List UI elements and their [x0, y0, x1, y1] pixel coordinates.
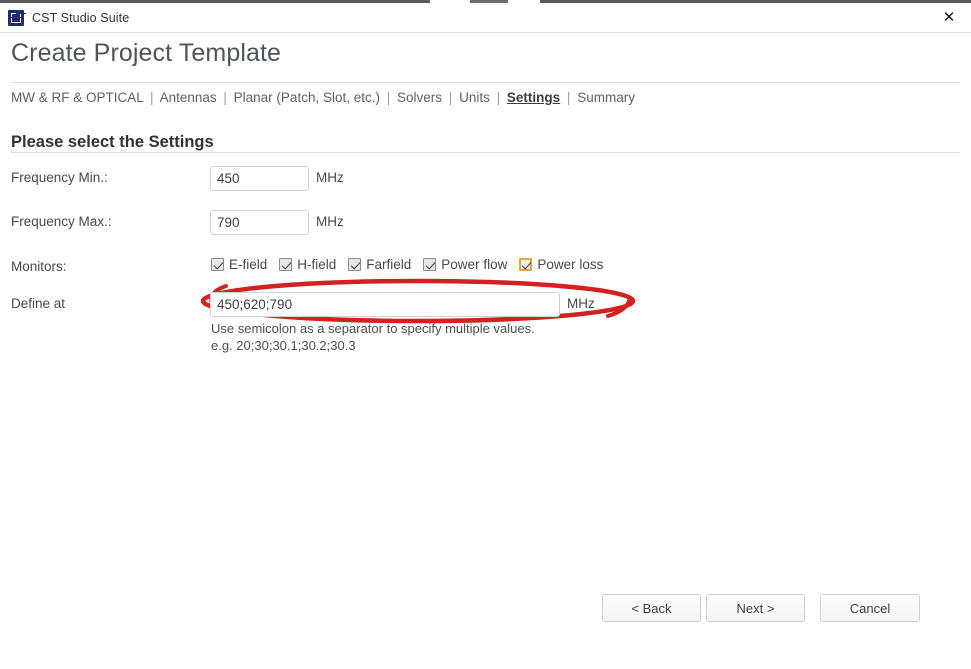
checkbox-farfield-box[interactable] [348, 258, 362, 271]
define-at-helper-line1: Use semicolon as a separator to specify … [211, 321, 535, 336]
checkbox-e-field-label: E-field [229, 257, 268, 272]
define-at-label: Define at [11, 296, 66, 311]
breadcrumb-separator: | [496, 90, 501, 105]
frequency-min-label: Frequency Min.: [11, 170, 108, 185]
breadcrumb-separator: | [448, 90, 453, 105]
checkbox-power-loss[interactable]: Power loss [519, 257, 603, 272]
checkbox-h-field[interactable]: H-field [279, 257, 336, 272]
checkbox-power-flow-label: Power flow [441, 257, 508, 272]
frequency-max-label: Frequency Max.: [11, 214, 112, 229]
checkbox-e-field[interactable]: E-field [211, 257, 267, 272]
breadcrumb-separator: | [150, 90, 154, 105]
breadcrumb-item-units[interactable]: Units [459, 90, 490, 105]
dialog-footer: < Back Next > Cancel [0, 594, 971, 634]
frequency-max-row: Frequency Max.: MHz [0, 210, 971, 238]
breadcrumb-separator: | [386, 90, 391, 105]
breadcrumb-item-antennas[interactable]: Antennas [160, 90, 217, 105]
breadcrumb: MW & RF & OPTICAL | Antennas | Planar (P… [11, 90, 635, 105]
close-icon[interactable]: ✕ [927, 3, 971, 32]
monitors-checkbox-group: E-field H-field Farfield Power flow Powe… [211, 257, 603, 272]
breadcrumb-item-summary[interactable]: Summary [577, 90, 635, 105]
frequency-min-input[interactable] [210, 166, 309, 191]
breadcrumb-item-planar[interactable]: Planar (Patch, Slot, etc.) [234, 90, 380, 105]
breadcrumb-item-settings[interactable]: Settings [507, 90, 560, 105]
back-button[interactable]: < Back [602, 594, 701, 622]
checkbox-h-field-box[interactable] [279, 258, 293, 271]
monitors-row: Monitors: E-field H-field Farfield Power… [0, 255, 971, 283]
checkbox-e-field-box[interactable] [211, 258, 224, 271]
cancel-button[interactable]: Cancel [820, 594, 920, 622]
breadcrumb-separator: | [566, 90, 571, 105]
checkbox-h-field-label: H-field [297, 257, 337, 272]
checkbox-power-flow[interactable]: Power flow [423, 257, 507, 272]
define-at-row: Define at MHz [0, 292, 971, 320]
cst-logo-icon [8, 9, 24, 26]
frequency-min-unit: MHz [316, 170, 344, 185]
checkbox-farfield-label: Farfield [366, 257, 412, 272]
frequency-max-input[interactable] [210, 210, 309, 235]
checkbox-power-loss-box[interactable] [519, 258, 533, 271]
define-at-helper-text: Use semicolon as a separator to specify … [211, 320, 535, 354]
app-title: CST Studio Suite [32, 10, 130, 25]
define-at-unit: MHz [567, 296, 595, 311]
frequency-min-row: Frequency Min.: MHz [0, 166, 971, 194]
dialog-content: Create Project Template MW & RF & OPTICA… [0, 32, 971, 669]
breadcrumb-item-solvers[interactable]: Solvers [397, 90, 442, 105]
monitors-label: Monitors: [11, 259, 67, 274]
define-at-helper-line2: e.g. 20;30;30.1;30.2;30.3 [211, 338, 356, 353]
checkbox-power-flow-box[interactable] [423, 258, 437, 271]
page-title: Create Project Template [11, 39, 282, 67]
window-titlebar: CST Studio Suite ✕ [0, 3, 971, 33]
breadcrumb-separator: | [223, 90, 227, 105]
frequency-max-unit: MHz [316, 214, 344, 229]
breadcrumb-item-mw-rf-optical[interactable]: MW & RF & OPTICAL [11, 90, 143, 105]
define-at-input[interactable] [210, 292, 560, 317]
checkbox-farfield[interactable]: Farfield [348, 257, 411, 272]
divider-top [11, 82, 960, 83]
next-button[interactable]: Next > [706, 594, 805, 622]
divider-section [11, 152, 960, 153]
section-heading: Please select the Settings [11, 133, 214, 151]
checkbox-power-loss-label: Power loss [537, 257, 604, 272]
